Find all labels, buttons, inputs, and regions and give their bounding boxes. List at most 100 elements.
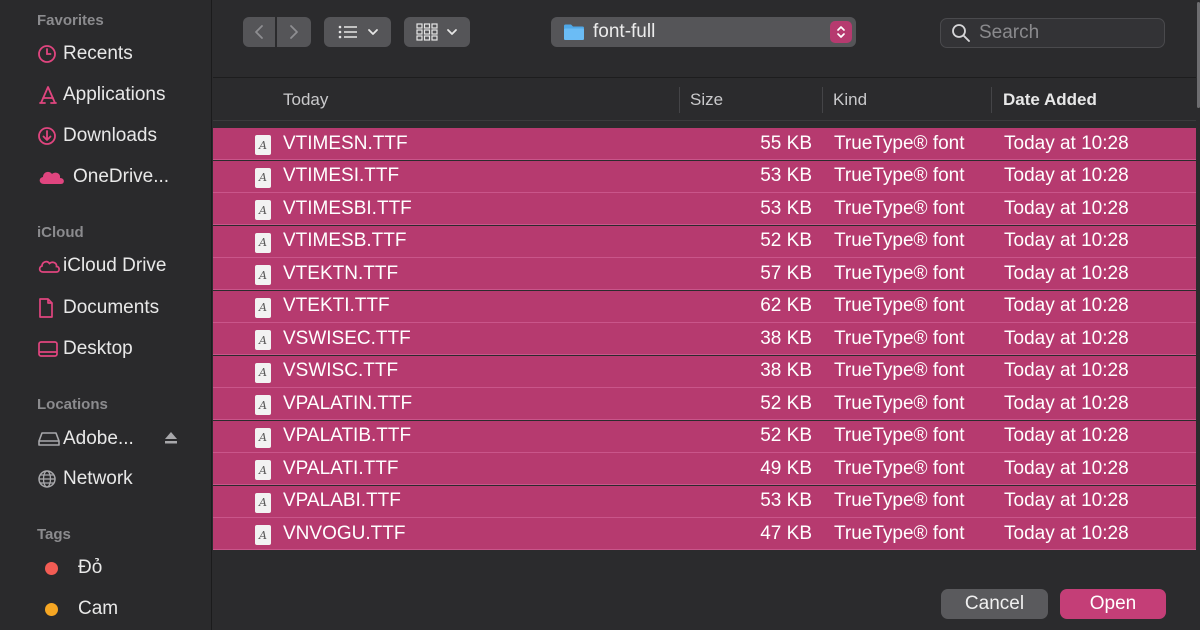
file-name: VSWISEC.TTF [283,327,411,349]
column-header-date-added[interactable]: Date Added [1003,79,1097,121]
file-kind: TrueType® font [834,490,965,511]
column-header-size[interactable]: Size [690,79,723,121]
font-file-icon: A [255,297,271,318]
chevron-left-icon [255,25,263,39]
column-divider[interactable] [991,87,992,113]
file-row[interactable]: A VTIMESI.TTF 53 KB TrueType® font Today at … [213,160,1196,193]
applications-icon [37,83,63,107]
cancel-button[interactable]: Cancel [941,589,1048,619]
file-row[interactable]: A VTIMESBI.TTF 53 KB TrueType® font Today at… [213,193,1196,225]
file-row[interactable]: A VTIMESN.TTF 55 KB TrueType® font Today at … [213,128,1196,160]
file-name: VPALATI.TTF [283,457,399,479]
file-kind: TrueType® font [834,522,965,544]
file-date-added: Today at 10:28 [1004,360,1129,381]
file-date-added: Today at 10:28 [1004,295,1129,316]
sidebar-item-applications[interactable]: Applications [37,80,207,110]
file-kind: TrueType® font [834,392,965,414]
search-input[interactable] [979,22,1149,44]
cloud-filled-icon [37,165,73,189]
font-file-icon: A [255,460,271,480]
file-size: 62 KB [760,295,812,316]
open-button[interactable]: Open [1060,589,1166,619]
forward-button[interactable] [277,17,311,47]
file-kind: TrueType® font [834,197,965,219]
sidebar-heading-icloud: iCloud [37,224,84,241]
file-name: VTIMESI.TTF [283,165,400,186]
folder-path-label: font-full [593,21,656,42]
sidebar-item-adobe[interactable]: Adobe... [37,424,207,454]
sidebar-item-label: iCloud Drive [63,255,167,276]
back-button[interactable] [243,17,275,47]
file-date-added: Today at 10:28 [1004,522,1129,544]
sidebar-heading-locations: Locations [37,396,108,413]
column-header-name[interactable]: Today [283,79,328,121]
file-name: VTEKTI.TTF [283,295,390,316]
file-row[interactable]: A VPALATIN.TTF 52 KB TrueType® font Today at… [213,388,1196,420]
file-kind: TrueType® font [834,165,965,186]
file-size: 53 KB [760,490,812,511]
folder-path-popup[interactable]: font-full [551,17,856,47]
file-date-added: Today at 10:28 [1004,262,1129,284]
file-row[interactable]: A VTIMESB.TTF 52 KB TrueType® font Today at … [213,225,1196,258]
file-size: 47 KB [760,522,812,544]
file-row[interactable]: A VSWISC.TTF 38 KB TrueType® font Today at 1… [213,355,1196,388]
eject-icon[interactable] [163,430,179,451]
cloud-icon [37,254,63,278]
file-kind: TrueType® font [834,295,965,316]
file-row[interactable]: A VPALABI.TTF 53 KB TrueType® font Today at … [213,485,1196,518]
sidebar-item-downloads[interactable]: Downloads [37,121,207,151]
chevron-right-icon [290,25,298,39]
file-date-added: Today at 10:28 [1004,425,1129,446]
file-row[interactable]: A VPALATI.TTF 49 KB TrueType® font Today at … [213,453,1196,485]
file-size: 55 KB [760,132,812,154]
dialog-footer: Cancel Open [213,558,1200,630]
file-name: VTIMESBI.TTF [283,197,412,219]
sidebar-item-onedrive[interactable]: OneDrive... [37,162,207,192]
list-view-button[interactable] [324,17,391,47]
folder-icon [564,24,584,40]
desktop-icon [37,337,63,361]
column-header-kind[interactable]: Kind [833,79,867,121]
file-date-added: Today at 10:28 [1004,490,1129,511]
file-date-added: Today at 10:28 [1004,197,1129,219]
column-divider[interactable] [679,87,680,113]
font-file-icon: A [255,395,271,415]
globe-icon [37,467,63,491]
sidebar-item-label: Recents [63,43,133,64]
sidebar-item-documents[interactable]: Documents [37,293,207,323]
file-row[interactable]: A VTEKTN.TTF 57 KB TrueType® font Today at 1… [213,258,1196,290]
sidebar-tag-red[interactable]: Đỏ [37,553,207,583]
file-row[interactable]: A VNVOGU.TTF 47 KB TrueType® font Today at 1… [213,518,1196,550]
sidebar: Favorites Recents Applications Downloads… [0,0,212,630]
file-row[interactable]: A VSWISEC.TTF 38 KB TrueType® font Today at … [213,323,1196,355]
file-size: 57 KB [760,262,812,284]
file-date-added: Today at 10:28 [1004,132,1129,154]
grid-icon [416,23,438,41]
font-file-icon: A [255,330,271,350]
file-row[interactable]: A VPALATIB.TTF 52 KB TrueType® font Today at… [213,420,1196,453]
font-file-icon: A [255,427,271,448]
group-view-button[interactable] [404,17,470,47]
sidebar-item-network[interactable]: Network [37,464,207,494]
column-divider[interactable] [822,87,823,113]
sidebar-item-icloud-drive[interactable]: iCloud Drive [37,251,207,281]
file-name: VTIMESB.TTF [283,230,407,251]
sidebar-heading-favorites: Favorites [37,12,104,29]
file-row[interactable]: A VTEKTI.TTF 62 KB TrueType® font Today at 1… [213,290,1196,323]
chevron-down-icon [447,29,457,35]
search-field[interactable] [940,18,1165,48]
sidebar-item-desktop[interactable]: Desktop [37,334,207,364]
drive-icon [37,427,63,451]
file-size: 53 KB [760,197,812,219]
file-date-added: Today at 10:28 [1004,457,1129,479]
sidebar-tag-orange[interactable]: Cam [37,594,207,624]
sidebar-item-label: Đỏ [78,557,103,578]
sidebar-item-label: OneDrive... [73,166,170,187]
column-header-row: Today Size Kind Date Added [213,79,1196,121]
updown-chevron-icon [830,21,852,43]
file-kind: TrueType® font [834,230,965,251]
file-size: 52 KB [760,425,812,446]
sidebar-item-recents[interactable]: Recents [37,39,207,69]
file-size: 52 KB [760,230,812,251]
file-date-added: Today at 10:28 [1004,392,1129,414]
